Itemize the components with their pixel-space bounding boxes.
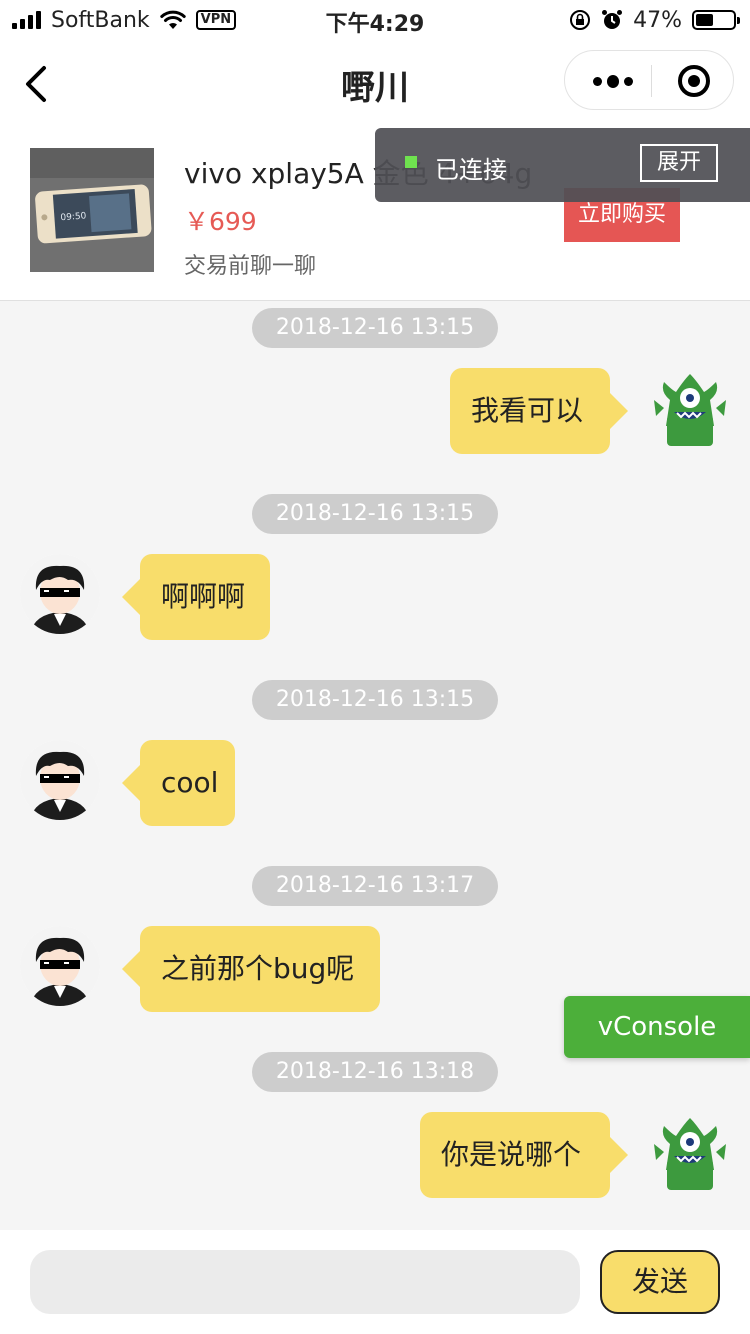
message-bubble-other[interactable]: cool xyxy=(122,740,235,826)
expand-button[interactable]: 展开 xyxy=(640,144,718,182)
nav-bar: 嘢川 xyxy=(0,40,750,126)
target-circle-icon[interactable] xyxy=(677,64,711,98)
message-bubble-other[interactable]: 之前那个bug呢 xyxy=(122,926,380,1012)
rotation-lock-icon xyxy=(570,10,591,30)
user-avatar[interactable] xyxy=(20,554,100,634)
message-timestamp: 2018-12-16 13:15 xyxy=(252,308,498,348)
connection-status-text: 已连接 xyxy=(435,156,507,184)
user-avatar-icon xyxy=(20,554,100,634)
vconsole-button[interactable]: vConsole xyxy=(564,996,750,1058)
message-bubble-other[interactable]: 啊啊啊 xyxy=(122,554,270,640)
svg-text:09:50: 09:50 xyxy=(60,211,87,223)
user-avatar[interactable] xyxy=(20,926,100,1006)
miniprogram-capsule xyxy=(564,50,734,110)
more-dots-icon[interactable] xyxy=(593,71,633,91)
user-avatar-icon xyxy=(20,926,100,1006)
send-button[interactable]: 发送 xyxy=(600,1250,720,1314)
user-avatar[interactable] xyxy=(20,740,100,820)
battery-fill xyxy=(696,14,713,26)
message-composer: 发送 xyxy=(0,1230,750,1334)
user-avatar-icon xyxy=(20,740,100,820)
monster-avatar-icon[interactable] xyxy=(650,1114,730,1194)
product-price: ￥699 xyxy=(184,207,257,236)
message-timestamp: 2018-12-16 13:17 xyxy=(252,866,498,906)
phone-photo-icon: 09:50 xyxy=(30,148,154,272)
product-image[interactable]: 09:50 xyxy=(30,148,154,272)
capsule-divider xyxy=(651,65,652,97)
product-subtitle: 交易前聊一聊 xyxy=(184,254,317,279)
message-timestamp: 2018-12-16 13:18 xyxy=(252,1052,498,1092)
message-bubble-self[interactable]: 你是说哪个 xyxy=(420,1112,628,1198)
message-input[interactable] xyxy=(30,1250,580,1314)
battery-icon xyxy=(692,10,740,30)
monster-avatar-icon[interactable] xyxy=(650,370,730,450)
connection-status-bar: 已连接 展开 xyxy=(375,128,750,202)
alarm-icon xyxy=(602,10,623,29)
message-timestamp: 2018-12-16 13:15 xyxy=(252,494,498,534)
battery-percent: 47% xyxy=(633,7,682,33)
message-timestamp: 2018-12-16 13:15 xyxy=(252,680,498,720)
connected-indicator-icon xyxy=(405,156,417,168)
message-bubble-self[interactable]: 我看可以 xyxy=(450,368,628,454)
status-right: 47% xyxy=(569,6,740,34)
status-bar: SoftBank VPN 下午4:29 47% xyxy=(0,0,750,40)
product-card[interactable]: 09:50 vivo xplay5A 金色 4+64g ￥699 交易前聊一聊 … xyxy=(0,126,750,301)
